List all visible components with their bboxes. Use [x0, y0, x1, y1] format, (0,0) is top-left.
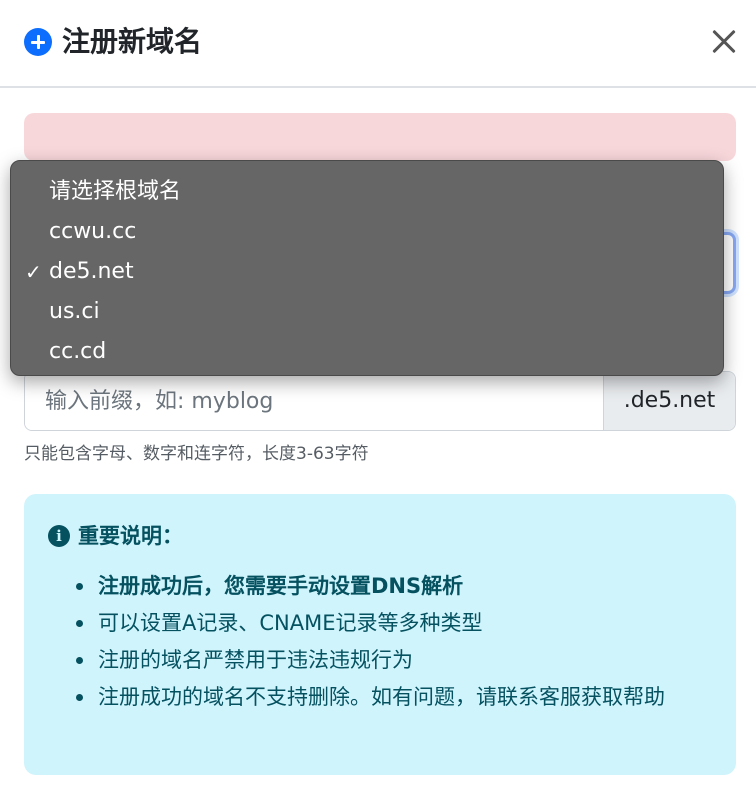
domain-suffix: .de5.net: [603, 372, 735, 430]
root-domain-dropdown: 请选择根域名 ccwu.cc ✓ de5.net us.ci cc.cd: [10, 160, 724, 376]
info-list: 注册成功后，您需要手动设置DNS解析 可以设置A记录、CNAME记录等多种类型 …: [74, 568, 714, 716]
checkmark-icon: ✓: [25, 260, 42, 284]
dropdown-option-placeholder[interactable]: 请选择根域名: [11, 172, 723, 212]
help-text: 只能包含字母、数字和连字符，长度3-63字符: [24, 444, 369, 464]
prefix-input-group: .de5.net: [24, 371, 736, 431]
dropdown-option-cc-cd[interactable]: cc.cd: [11, 332, 723, 372]
close-button[interactable]: [706, 24, 742, 60]
dropdown-option-ccwu-cc[interactable]: ccwu.cc: [11, 212, 723, 252]
info-item: 注册成功后，您需要手动设置DNS解析: [74, 568, 714, 605]
info-item: 注册成功的域名不支持删除。如有问题，请联系客服获取帮助: [74, 679, 714, 716]
error-alert: [24, 113, 736, 161]
info-item: 可以设置A记录、CNAME记录等多种类型: [74, 605, 714, 642]
info-circle-icon: i: [48, 525, 70, 547]
info-item: 注册的域名严禁用于违法违规行为: [74, 642, 714, 679]
info-title: 重要说明：: [78, 524, 183, 548]
dropdown-option-us-ci[interactable]: us.ci: [11, 292, 723, 332]
plus-circle-icon: [24, 28, 52, 56]
dropdown-option-de5-net[interactable]: ✓ de5.net: [11, 252, 723, 292]
modal-header: 注册新域名: [0, 0, 756, 88]
modal-title: 注册新域名: [62, 25, 203, 58]
prefix-input[interactable]: [25, 372, 603, 430]
info-box: i 重要说明： 注册成功后，您需要手动设置DNS解析 可以设置A记录、CNAME…: [24, 494, 736, 775]
